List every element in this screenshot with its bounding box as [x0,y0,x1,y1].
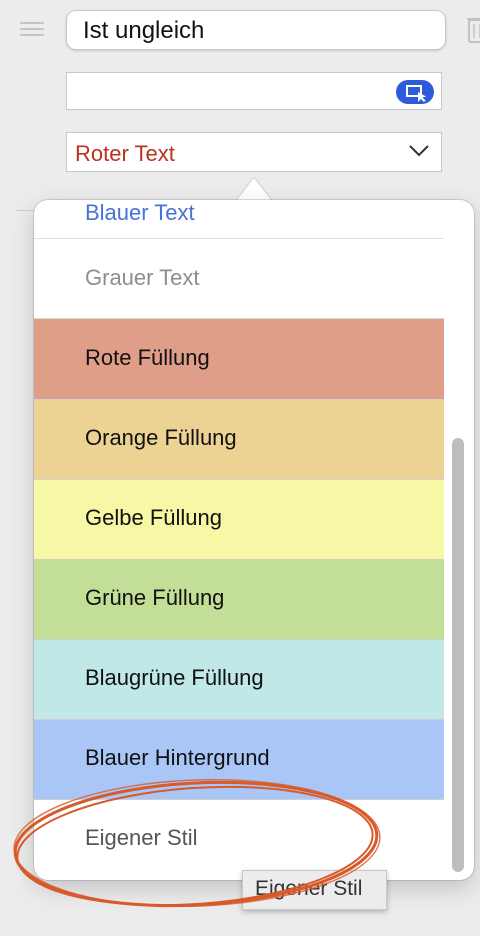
value-field[interactable] [66,72,442,110]
option-label: Gelbe Füllung [85,505,222,530]
picker-button[interactable] [396,80,434,104]
style-select[interactable]: Roter Text [66,132,442,172]
picker-icon [406,85,426,102]
option-label: Grüne Füllung [85,585,225,610]
scrollbar-thumb[interactable] [452,438,464,872]
option-label: Blauer Text [85,200,195,225]
option-label: Blaugrüne Füllung [85,665,264,690]
option-label: Rote Füllung [85,345,210,370]
drag-handle-icon[interactable] [20,22,44,40]
option-gruene-fuellung[interactable]: Grüne Füllung [34,560,444,640]
option-blauer-text[interactable]: Blauer Text [34,200,444,240]
option-label: Orange Füllung [85,425,237,450]
option-grauer-text[interactable]: Grauer Text [34,239,444,319]
style-select-value: Roter Text [75,141,175,166]
option-gelbe-fuellung[interactable]: Gelbe Füllung [34,480,444,560]
chevron-down-icon[interactable] [408,144,430,158]
condition-field-value: Ist ungleich [83,17,205,44]
option-rote-fuellung[interactable]: Rote Füllung [34,319,444,399]
condition-field[interactable]: Ist ungleich [66,10,446,50]
option-blaugruene-fuellung[interactable]: Blaugrüne Füllung [34,640,444,720]
option-label: Grauer Text [85,265,200,290]
annotation-circle [13,778,381,908]
option-orange-fuellung[interactable]: Orange Füllung [34,400,444,480]
trash-icon[interactable] [466,14,480,44]
